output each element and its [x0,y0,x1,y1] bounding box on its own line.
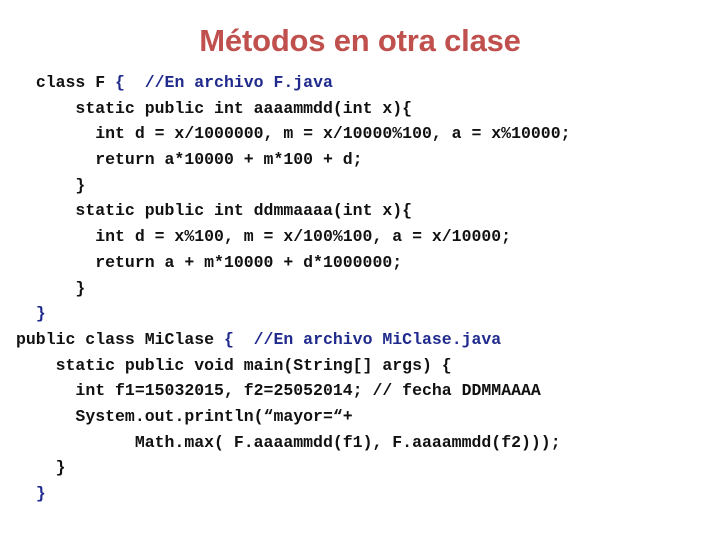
code-token-plain: static public int ddmmaaaa(int x){ [75,201,413,221]
code-line: } [16,173,716,199]
code-token-plain: int f1=15032015, f2=25052014; // fecha D… [75,381,541,401]
code-line: int d = x/1000000, m = x/10000%100, a = … [16,121,716,147]
code-token-plain: } [75,175,86,195]
code-listing: class F { //En archivo F.java static pub… [16,70,716,507]
code-token-brace: { [223,329,234,349]
code-line: static public void main(String[] args) { [16,353,716,379]
code-token-plain: System.out.println(“mayor=“+ [75,406,353,426]
code-line: class F { //En archivo F.java [16,70,716,96]
code-token-brace: } [35,304,46,324]
code-token-plain: int d = x%100, m = x/100%100, a = x/1000… [95,227,512,247]
code-token-plain: static public int aaaammdd(int x){ [75,98,413,118]
code-line: return a*10000 + m*100 + d; [16,147,716,173]
code-line: } [16,455,716,481]
code-token-comment: //En archivo F.java [144,73,333,92]
code-line: System.out.println(“mayor=“+ [16,404,716,430]
code-line: return a + m*10000 + d*1000000; [16,250,716,276]
code-token-brace: { [115,73,125,92]
code-token-plain: return a*10000 + m*100 + d; [95,150,363,170]
code-line: int d = x%100, m = x/100%100, a = x/1000… [16,224,716,250]
code-token-comment: //En archivo MiClase.java [253,329,502,349]
code-token-plain: static public void main(String[] args) { [55,355,452,375]
page-title: Métodos en otra clase [199,23,521,58]
code-line: static public int aaaammdd(int x){ [16,96,716,122]
code-token-plain: } [75,278,86,298]
code-line: static public int ddmmaaaa(int x){ [16,198,716,224]
code-token-plain: Math.max( F.aaaammdd(f1), F.aaaammdd(f2)… [134,432,561,452]
code-line: int f1=15032015, f2=25052014; // fecha D… [16,378,716,404]
code-line: Math.max( F.aaaammdd(f1), F.aaaammdd(f2)… [16,430,716,456]
code-line: } [16,276,716,302]
code-token-brace: } [35,484,46,503]
code-token-plain: return a + m*10000 + d*1000000; [95,252,403,272]
code-token-plain: public class MiClase [16,329,224,349]
code-line: } [16,301,716,327]
code-token-plain: int d = x/1000000, m = x/10000%100, a = … [95,124,571,144]
slide-canvas: Métodos en otra clase class F { //En arc… [0,0,720,540]
code-line: public class MiClase { //En archivo MiCl… [16,327,716,353]
code-token-plain: } [55,458,66,478]
code-token-plain: class F [35,73,116,92]
code-line: } [16,481,716,507]
